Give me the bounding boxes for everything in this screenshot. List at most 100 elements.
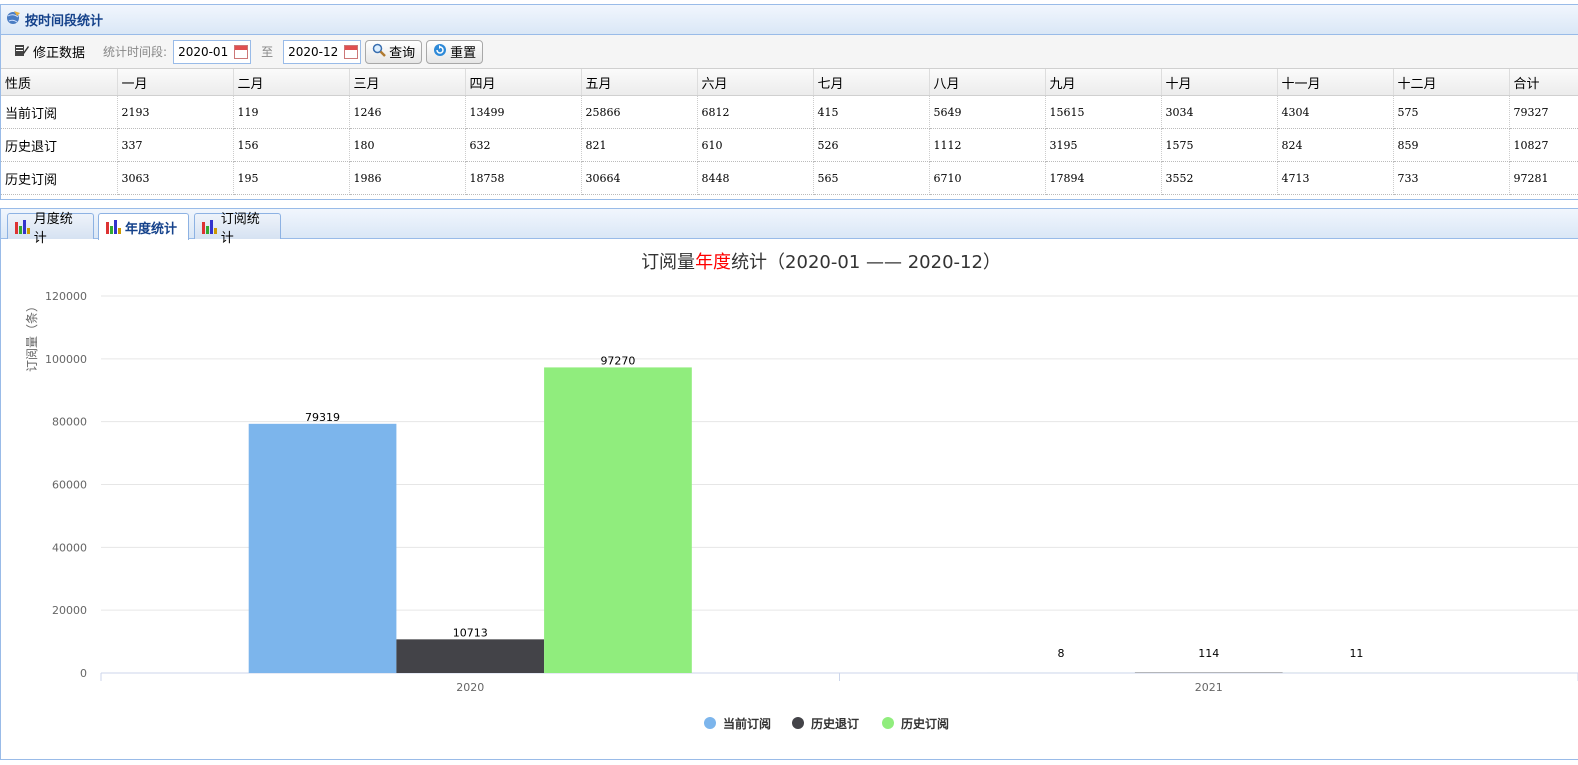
fix-data-label: 修正数据 <box>33 46 86 61</box>
table-cell: 632 <box>465 128 582 162</box>
data-label: 79319 <box>305 411 340 424</box>
table-cell: 337 <box>117 128 234 162</box>
table-cell: 824 <box>1277 128 1394 162</box>
row-name-cell: 历史订阅 <box>1 161 118 195</box>
table-cell: 2193 <box>117 95 234 129</box>
x-tick-label: 2020 <box>456 681 484 694</box>
reset-button[interactable]: 重置 <box>426 39 484 64</box>
chart-title-part: 统计（2020-01 —— 2020-12） <box>731 252 1001 273</box>
legend-label: 历史退订 <box>811 716 859 731</box>
refresh-icon <box>433 43 447 61</box>
column-header[interactable]: 十一月 <box>1277 69 1394 96</box>
fix-data-button[interactable]: 修正数据 <box>7 40 91 64</box>
chart-title: 订阅量年度统计（2020-01 —— 2020-12） <box>641 252 1001 273</box>
bar-chart-icon <box>14 219 30 234</box>
legend-label: 历史订阅 <box>901 716 949 731</box>
query-label: 查询 <box>389 46 416 61</box>
table-cell: 1986 <box>349 161 466 195</box>
tab-2[interactable]: 年度统计 <box>98 213 189 240</box>
chart-panel: 月度统计 年度统计 订阅统计 订阅量年度统计（2020-01 —— 2020-12）… <box>0 208 1578 760</box>
table-cell: 565 <box>813 161 930 195</box>
end-date-field[interactable] <box>283 39 362 64</box>
row-name-cell: 当前订阅 <box>1 95 118 129</box>
row-name-cell: 历史退订 <box>1 128 118 162</box>
table-cell: 15615 <box>1045 95 1162 129</box>
table-cell: 3195 <box>1045 128 1162 162</box>
tab-3[interactable]: 订阅统计 <box>194 212 281 246</box>
bar <box>248 423 397 673</box>
column-header[interactable]: 七月 <box>813 69 930 96</box>
start-date-field[interactable] <box>173 39 252 64</box>
table-cell: 610 <box>697 128 814 162</box>
tab-bar: 月度统计 年度统计 订阅统计 <box>1 209 1578 246</box>
data-label: 8 <box>1058 647 1065 660</box>
table-header-row: 性质 一月 二月 三月 四月 五月 六月 七月 八月 九月 十月 十一月 十二月 合计 <box>1 69 1578 96</box>
y-tick-label: 20000 <box>52 604 87 617</box>
column-header[interactable]: 六月 <box>697 69 814 96</box>
column-header[interactable]: 二月 <box>233 69 350 96</box>
legend-marker <box>704 717 716 729</box>
table-cell: 1575 <box>1161 128 1278 162</box>
table-cell: 1246 <box>349 95 466 129</box>
table-cell: 821 <box>581 128 698 162</box>
table-cell: 10827 <box>1509 128 1578 162</box>
column-header[interactable]: 八月 <box>929 69 1046 96</box>
table-cell: 415 <box>813 95 930 129</box>
column-header[interactable]: 十二月 <box>1393 69 1510 96</box>
table-cell: 18758 <box>465 161 582 195</box>
bar <box>544 367 692 673</box>
bar <box>396 639 545 673</box>
to-label: 至 <box>261 45 274 59</box>
calendar-icon[interactable] <box>344 44 359 59</box>
y-tick-label: 0 <box>80 667 87 680</box>
tab-1[interactable]: 月度统计 <box>7 212 94 246</box>
stats-table: 性质 一月 二月 三月 四月 五月 六月 七月 八月 九月 十月 十一月 十二月 合计 当前订阅 2193 1… <box>1 69 1578 195</box>
legend-label: 当前订阅 <box>723 716 771 731</box>
table-row[interactable]: 历史退订 337 156 180 632 821 610 526 1112 3195 1575 824… <box>1 128 1578 162</box>
table-cell: 6710 <box>929 161 1046 195</box>
y-tick-label: 100000 <box>45 353 87 366</box>
table-row[interactable]: 当前订阅 2193 119 1246 13499 25866 6812 415 5649 1561… <box>1 95 1578 129</box>
start-date-input[interactable] <box>174 41 239 62</box>
chart-title-part: 年度 <box>695 252 731 273</box>
table-cell: 526 <box>813 128 930 162</box>
edit-icon <box>13 42 29 62</box>
table-row[interactable]: 历史订阅 3063 195 1986 18758 30664 8448 565 6710 1789… <box>1 161 1578 195</box>
end-date-input[interactable] <box>284 41 349 62</box>
table-cell: 13499 <box>465 95 582 129</box>
data-label: 114 <box>1198 647 1219 660</box>
column-header[interactable]: 合计 <box>1509 69 1578 96</box>
bar-chart-icon <box>201 219 217 234</box>
reset-label: 重置 <box>450 46 477 61</box>
toolbar: 修正数据 统计时间段: 至 查询 重置 <box>1 35 1578 69</box>
panel-title: 按时间段统计 <box>25 14 104 29</box>
table-cell: 575 <box>1393 95 1510 129</box>
table-cell: 4713 <box>1277 161 1394 195</box>
calendar-icon[interactable] <box>234 44 249 59</box>
bar-chart-icon <box>105 220 121 234</box>
table-cell: 195 <box>233 161 350 195</box>
y-tick-label: 80000 <box>52 416 87 429</box>
table-cell: 79327 <box>1509 95 1578 129</box>
column-header[interactable]: 九月 <box>1045 69 1162 96</box>
data-label: 11 <box>1349 647 1363 660</box>
tab-label: 年度统计 <box>125 221 178 237</box>
table-cell: 859 <box>1393 128 1510 162</box>
query-button[interactable]: 查询 <box>365 39 423 64</box>
table-cell: 3552 <box>1161 161 1278 195</box>
panel-header: 按时间段统计 <box>1 5 1578 35</box>
y-axis-title: 订阅量（条） <box>25 300 39 372</box>
table-cell: 6812 <box>697 95 814 129</box>
table-cell: 3063 <box>117 161 234 195</box>
column-header[interactable]: 一月 <box>117 69 234 96</box>
y-tick-label: 40000 <box>52 541 87 554</box>
column-header[interactable]: 十月 <box>1161 69 1278 96</box>
period-label: 统计时间段: <box>103 45 168 59</box>
column-header[interactable]: 五月 <box>581 69 698 96</box>
y-tick-label: 60000 <box>52 479 87 492</box>
x-tick-label: 2021 <box>1195 681 1223 694</box>
column-header[interactable]: 三月 <box>349 69 466 96</box>
column-header[interactable]: 四月 <box>465 69 582 96</box>
column-header[interactable]: 性质 <box>1 69 118 96</box>
table-cell: 4304 <box>1277 95 1394 129</box>
